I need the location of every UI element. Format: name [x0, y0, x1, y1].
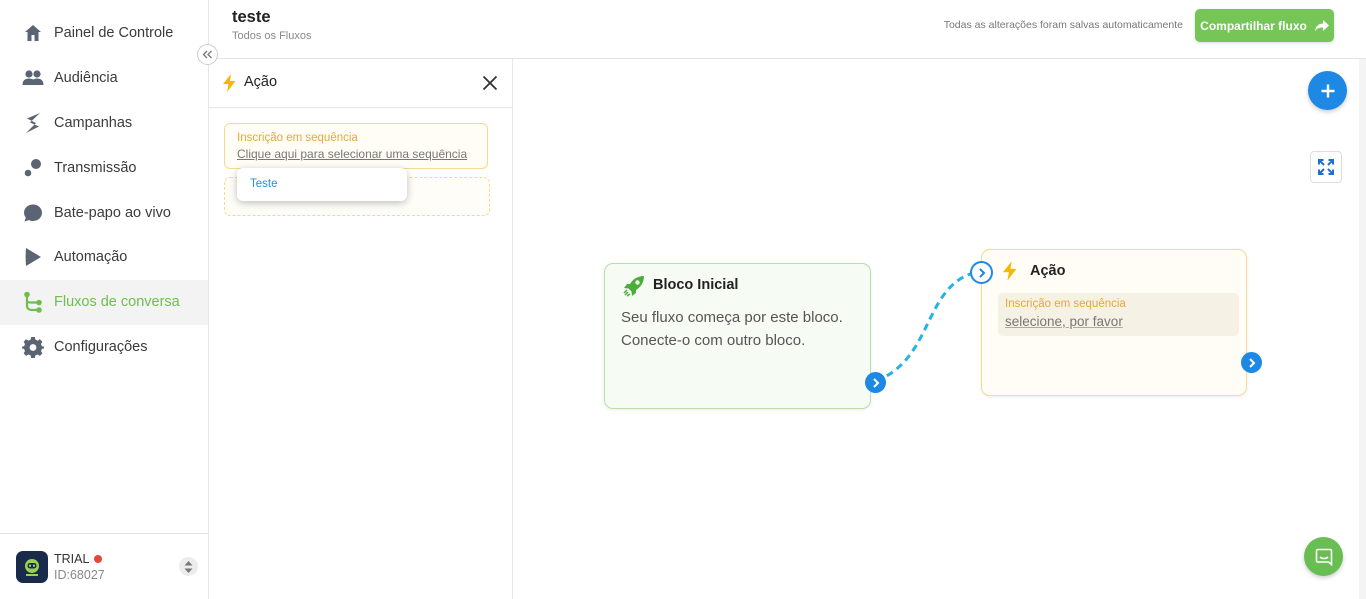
select-sequence-link[interactable]: Clique aqui para selecionar uma sequênci…	[237, 147, 467, 161]
gear-icon	[22, 336, 44, 358]
start-block-description: Seu fluxo começa por este bloco. Conecte…	[621, 309, 843, 349]
status-dot	[94, 555, 103, 563]
support-chat-button[interactable]	[1304, 537, 1343, 576]
sidebar-item-configuracoes[interactable]: Configurações	[0, 325, 208, 370]
sort-toggle-icon[interactable]	[179, 557, 198, 576]
sequence-subscription-item[interactable]: Inscrição em sequência selecione, por fa…	[998, 293, 1239, 336]
close-icon[interactable]	[480, 73, 500, 93]
sidebar-item-bate-papo[interactable]: Bate-papo ao vivo	[0, 190, 208, 235]
expand-icon	[1318, 159, 1334, 175]
sequence-label: Inscrição em sequência	[1005, 298, 1126, 310]
sidebar-item-label: Configurações	[54, 338, 148, 355]
broadcast-icon	[22, 157, 44, 179]
sidebar-item-label: Audiência	[54, 70, 118, 87]
home-icon	[22, 22, 44, 44]
sidebar-item-label: Fluxos de conversa	[54, 294, 180, 311]
action-block-input-port[interactable]	[970, 261, 993, 284]
campaign-icon	[22, 112, 44, 134]
chat-bubble-icon	[22, 202, 44, 224]
save-status: Todas as alterações foram salvas automat…	[943, 19, 1183, 31]
sequence-value: selecione, por favor	[1005, 314, 1123, 329]
lightning-icon	[223, 74, 236, 92]
collapse-sidebar-button[interactable]	[197, 44, 218, 65]
sidebar-item-campanhas[interactable]: Campanhas	[0, 101, 208, 146]
sidebar-item-label: Campanhas	[54, 114, 133, 131]
sidebar-item-painel[interactable]: Painel de Controle	[0, 11, 208, 56]
action-panel: Ação Inscrição em sequência Clique aqui …	[209, 59, 513, 599]
sidebar-item-label: Automação	[54, 249, 128, 266]
action-block-title: Ação	[1030, 263, 1066, 279]
sidebar-item-transmissao[interactable]: Transmissão	[0, 145, 208, 190]
share-arrow-icon	[1314, 19, 1329, 31]
sidebar-item-audiencia[interactable]: Audiência	[0, 56, 208, 101]
account-id: ID:68027	[54, 568, 105, 582]
sequence-label: Inscrição em sequência	[237, 132, 358, 144]
dropdown-option[interactable]: Teste	[250, 178, 278, 190]
start-block[interactable]: Bloco Inicial Seu fluxo começa por este …	[604, 263, 871, 409]
rocket-icon	[623, 276, 644, 297]
sequence-subscription-field[interactable]: Inscrição em sequência Clique aqui para …	[224, 123, 488, 169]
fit-screen-button[interactable]	[1310, 151, 1342, 183]
account-switcher[interactable]: TRIAL ID:68027	[0, 533, 208, 599]
lightning-icon	[1003, 261, 1017, 281]
flow-canvas[interactable]: Bloco Inicial Seu fluxo começa por este …	[513, 59, 1366, 599]
chevron-right-icon	[978, 267, 985, 278]
page-title: teste	[232, 8, 271, 26]
account-plan-label: TRIAL	[54, 552, 90, 566]
flow-icon	[22, 291, 44, 313]
sequence-dropdown: Teste	[237, 168, 407, 201]
users-icon	[22, 67, 44, 89]
avatar	[16, 551, 48, 583]
add-block-button[interactable]	[1308, 71, 1347, 110]
sidebar-item-label: Transmissão	[54, 159, 137, 176]
chevron-right-icon	[872, 377, 879, 388]
account-plan: TRIAL	[54, 552, 103, 566]
panel-header: Ação	[209, 59, 512, 108]
share-flow-button[interactable]: Compartilhar fluxo	[1195, 9, 1334, 42]
double-chevron-left-icon	[202, 50, 212, 59]
panel-title: Ação	[244, 74, 278, 90]
action-block-output-port[interactable]	[1241, 352, 1262, 373]
sidebar-nav: Painel de Controle Audiência Campanhas T…	[0, 11, 208, 369]
start-block-output-port[interactable]	[865, 372, 886, 393]
sidebar-item-fluxos[interactable]: Fluxos de conversa	[0, 279, 208, 325]
sidebar-item-label: Painel de Controle	[54, 25, 174, 42]
share-flow-label: Compartilhar fluxo	[1200, 18, 1307, 33]
automation-icon	[22, 246, 44, 268]
header: teste Todos os Fluxos Todas as alteraçõe…	[209, 0, 1366, 59]
sidebar: Painel de Controle Audiência Campanhas T…	[0, 0, 209, 599]
start-block-title: Bloco Inicial	[653, 277, 739, 293]
sidebar-item-automacao[interactable]: Automação	[0, 235, 208, 280]
plus-icon	[1321, 84, 1334, 97]
sidebar-item-label: Bate-papo ao vivo	[54, 204, 171, 221]
scrollbar[interactable]	[1359, 59, 1366, 599]
chevron-right-icon	[1248, 357, 1255, 368]
action-block[interactable]: Ação Inscrição em sequência selecione, p…	[981, 249, 1247, 396]
chat-icon	[1315, 548, 1332, 566]
breadcrumb[interactable]: Todos os Fluxos	[232, 30, 311, 42]
